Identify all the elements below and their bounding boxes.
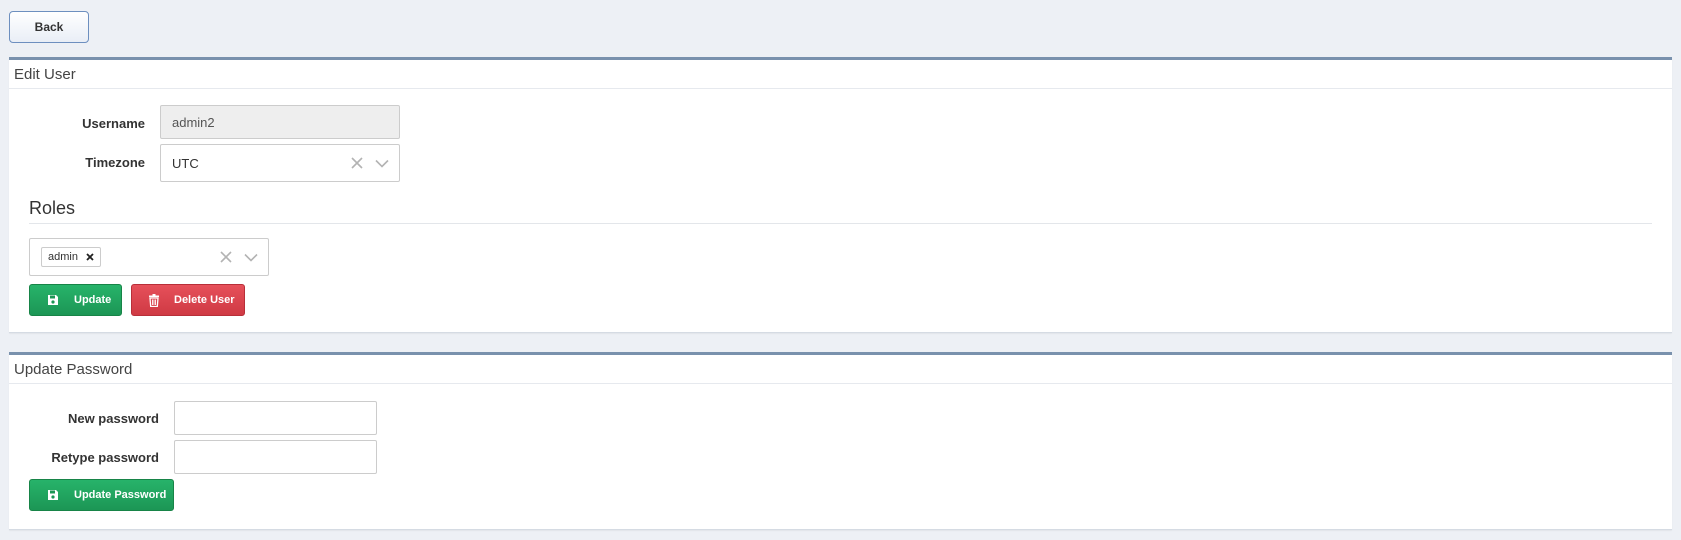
save-icon [47,294,59,306]
trash-icon [148,293,160,307]
back-button[interactable]: Back [9,11,89,43]
role-tag: admin [41,247,101,267]
roles-select[interactable]: admin [29,238,269,276]
roles-heading: Roles [29,198,76,218]
save-icon [47,489,59,501]
remove-tag-icon[interactable] [86,250,94,264]
chevron-down-icon[interactable] [375,159,389,168]
retype-password-label: Retype password [51,450,159,465]
update-button[interactable]: Update [29,284,122,316]
new-password-label: New password [67,411,159,426]
username-value: admin2 [172,114,215,130]
update-password-panel: Update Password New password Retype pass… [9,352,1672,530]
chevron-down-icon[interactable] [244,253,258,262]
update-password-button-label: Update Password [74,489,167,501]
update-password-button[interactable]: Update Password [29,479,174,511]
update-button-label: Update [74,294,112,306]
timezone-label: Timezone [85,155,145,170]
role-tag-label: admin [48,251,78,263]
delete-user-button-label: Delete User [174,294,235,306]
edit-user-panel: Edit User Username admin2 Timezone UTC R… [9,57,1672,333]
timezone-value: UTC [172,155,199,171]
update-password-panel-title: Update Password [9,355,1672,384]
clear-icon[interactable] [351,157,363,169]
new-password-input[interactable] [174,401,377,435]
username-label: Username [82,116,145,131]
username-field: admin2 [160,105,400,139]
retype-password-input[interactable] [174,440,377,474]
edit-user-panel-title: Edit User [9,60,1672,89]
clear-icon[interactable] [220,251,232,263]
timezone-select[interactable]: UTC [160,144,400,182]
roles-divider [29,223,1652,224]
delete-user-button[interactable]: Delete User [131,284,245,316]
